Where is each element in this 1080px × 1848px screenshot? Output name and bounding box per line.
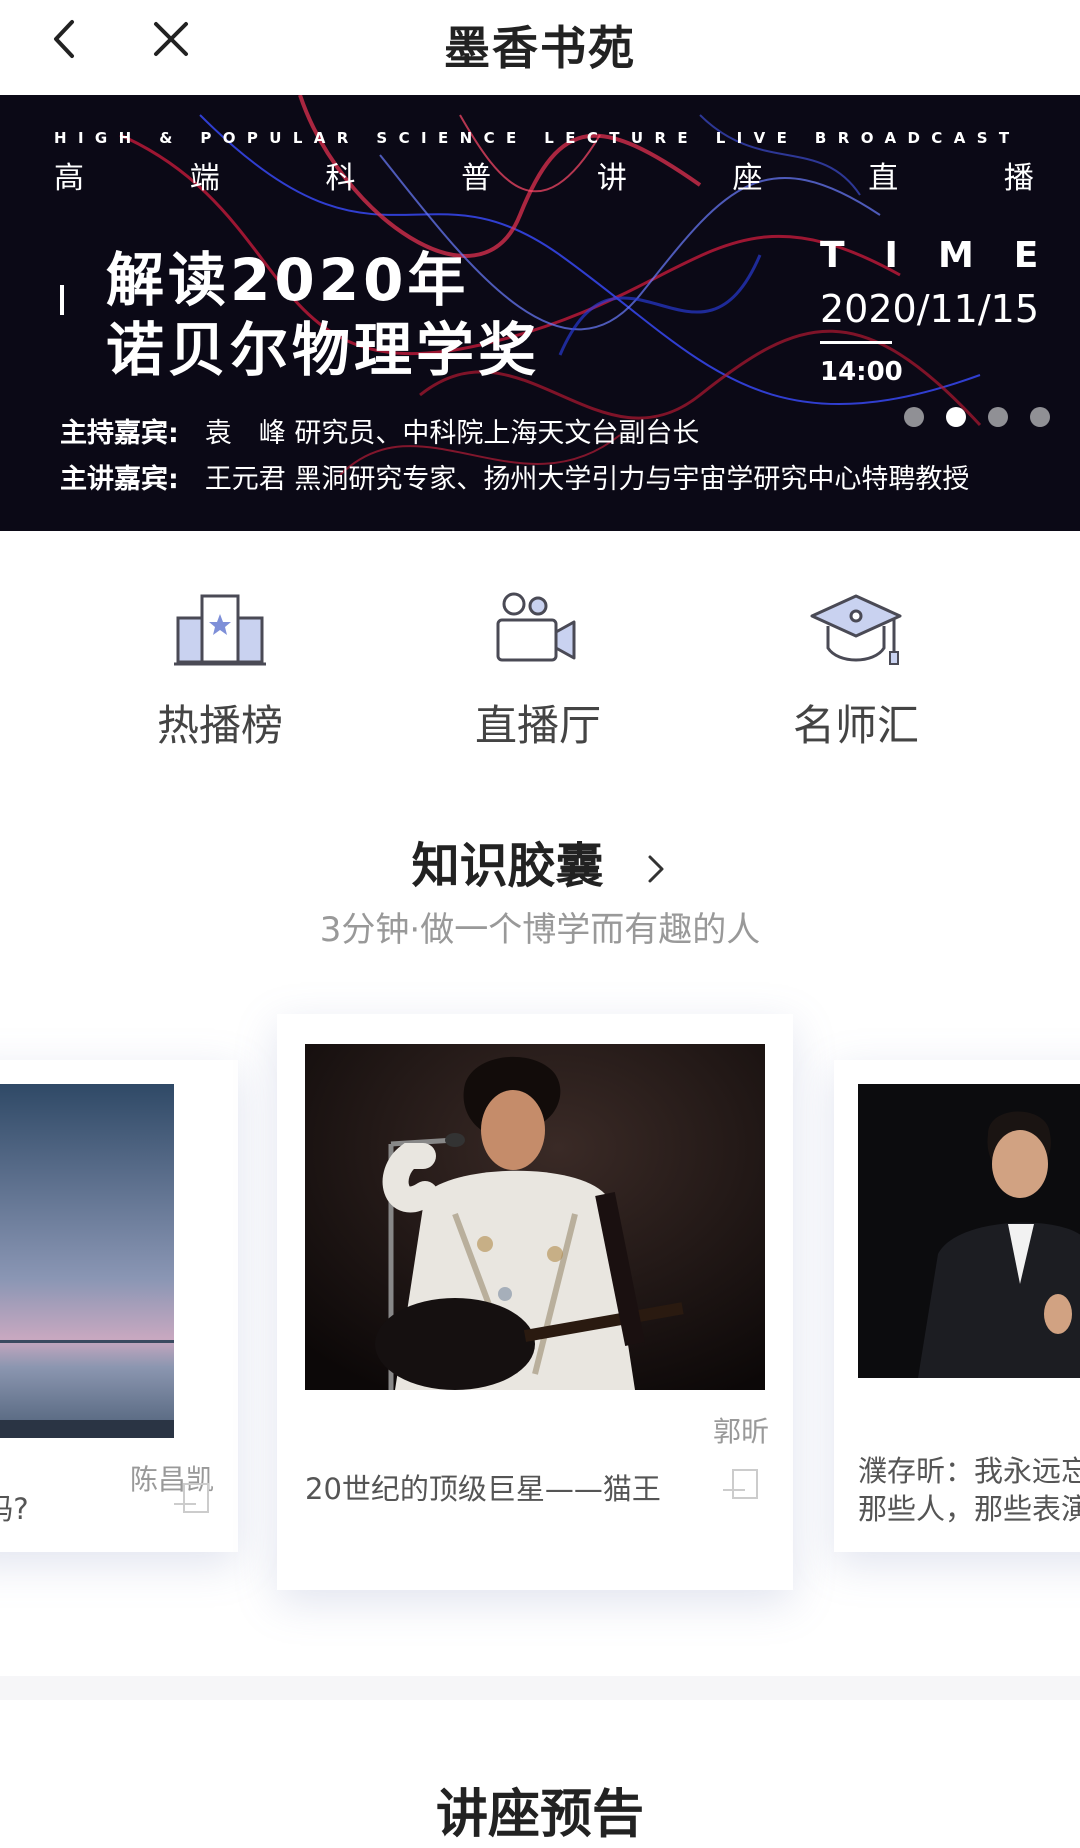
ranking-podium-icon bbox=[174, 594, 266, 666]
caption-char: 直 bbox=[868, 161, 899, 196]
speaker-label: 主讲嘉宾: bbox=[60, 464, 179, 495]
capsule-card[interactable]: 陈昌凯 ” 吗? bbox=[0, 1060, 238, 1552]
carousel-indicator bbox=[904, 407, 1050, 427]
lecture-banner[interactable]: HIGH & POPULAR SCIENCE LECTURE LIVE BROA… bbox=[0, 95, 1080, 531]
page-title: 墨香书苑 bbox=[444, 21, 636, 75]
category-label: 名师汇 bbox=[792, 701, 919, 750]
category-label: 热播榜 bbox=[156, 701, 283, 750]
card-title: 20世纪的顶级巨星——猫王 bbox=[305, 1472, 661, 1506]
title-accent-bar bbox=[60, 285, 64, 315]
video-camera-icon bbox=[496, 592, 576, 662]
host-text: 袁 峰 研究员、中科院上海天文台副台长 bbox=[204, 418, 700, 449]
caption-char: 座 bbox=[732, 161, 763, 196]
bookmark-square-icon[interactable] bbox=[174, 1478, 214, 1518]
speaker-info: 主讲嘉宾: 王元君 黑洞研究专家、扬州大学引力与宇宙学研究中心特聘教授 bbox=[60, 457, 969, 496]
banner-english-caption: HIGH & POPULAR SCIENCE LECTURE LIVE BROA… bbox=[54, 129, 1021, 147]
card-title-line1: 濮存昕：我永远忘 bbox=[858, 1454, 1080, 1488]
card-author: 郭昕 bbox=[712, 1415, 769, 1448]
top-nav-bar: 墨香书苑 bbox=[0, 0, 1080, 95]
capsule-card-active[interactable]: 郭昕 20世纪的顶级巨星——猫王 bbox=[277, 1014, 793, 1590]
hot-ranking-button[interactable]: 热播榜 bbox=[120, 590, 320, 753]
caption-char: 普 bbox=[461, 161, 492, 196]
capsule-section-title[interactable]: 知识胶囊 bbox=[0, 826, 1080, 896]
carousel-dot-active[interactable] bbox=[946, 407, 966, 427]
caption-char: 科 bbox=[325, 161, 356, 196]
sea-horizon-photo bbox=[0, 1084, 174, 1438]
lecture-preview-title: 讲座预告 bbox=[435, 1785, 644, 1845]
host-info: 主持嘉宾: 袁 峰 研究员、中科院上海天文台副台长 bbox=[60, 411, 699, 450]
speaker-text: 王元君 黑洞研究专家、扬州大学引力与宇宙学研究中心特聘教授 bbox=[204, 464, 970, 495]
graduation-cap-icon bbox=[810, 594, 902, 665]
time-label: TIME bbox=[820, 235, 1079, 276]
time-divider bbox=[820, 341, 892, 344]
capsule-title-text: 知识胶囊 bbox=[411, 838, 604, 894]
category-shortcuts: 热播榜 直播厅 名师汇 bbox=[0, 590, 1080, 760]
banner-chinese-caption: 高 端 科 普 讲 座 直 播 bbox=[54, 153, 1034, 197]
bookmark-square-icon[interactable] bbox=[723, 1464, 763, 1504]
live-hall-button[interactable]: 直播厅 bbox=[438, 590, 638, 753]
host-label: 主持嘉宾: bbox=[60, 418, 179, 449]
section-divider bbox=[0, 1676, 1080, 1700]
caption-char: 播 bbox=[1003, 161, 1034, 196]
banner-title-line2: 诺贝尔物理学奖 bbox=[106, 316, 541, 384]
card-title-line2: 那些人，那些表演 bbox=[858, 1492, 1080, 1526]
carousel-dot[interactable] bbox=[988, 407, 1008, 427]
event-date: 2020/11/15 bbox=[820, 287, 1040, 331]
chevron-right-icon bbox=[648, 855, 664, 883]
event-time: 14:00 bbox=[820, 357, 903, 387]
capsule-card[interactable]: 濮存昕：我永远忘 那些人，那些表演 bbox=[834, 1060, 1080, 1552]
carousel-dot[interactable] bbox=[1030, 407, 1050, 427]
famous-teachers-button[interactable]: 名师汇 bbox=[756, 590, 956, 753]
capsule-subtitle: 3分钟·做一个博学而有趣的人 bbox=[319, 910, 761, 950]
category-label: 直播厅 bbox=[474, 701, 601, 750]
actor-in-suit-photo bbox=[858, 1084, 1080, 1378]
caption-char: 端 bbox=[189, 161, 220, 196]
singer-with-guitar-photo bbox=[305, 1044, 765, 1390]
card-title: ” 吗? bbox=[0, 1492, 29, 1526]
caption-char: 高 bbox=[54, 161, 84, 196]
caption-char: 讲 bbox=[596, 161, 627, 196]
carousel-dot[interactable] bbox=[904, 407, 924, 427]
